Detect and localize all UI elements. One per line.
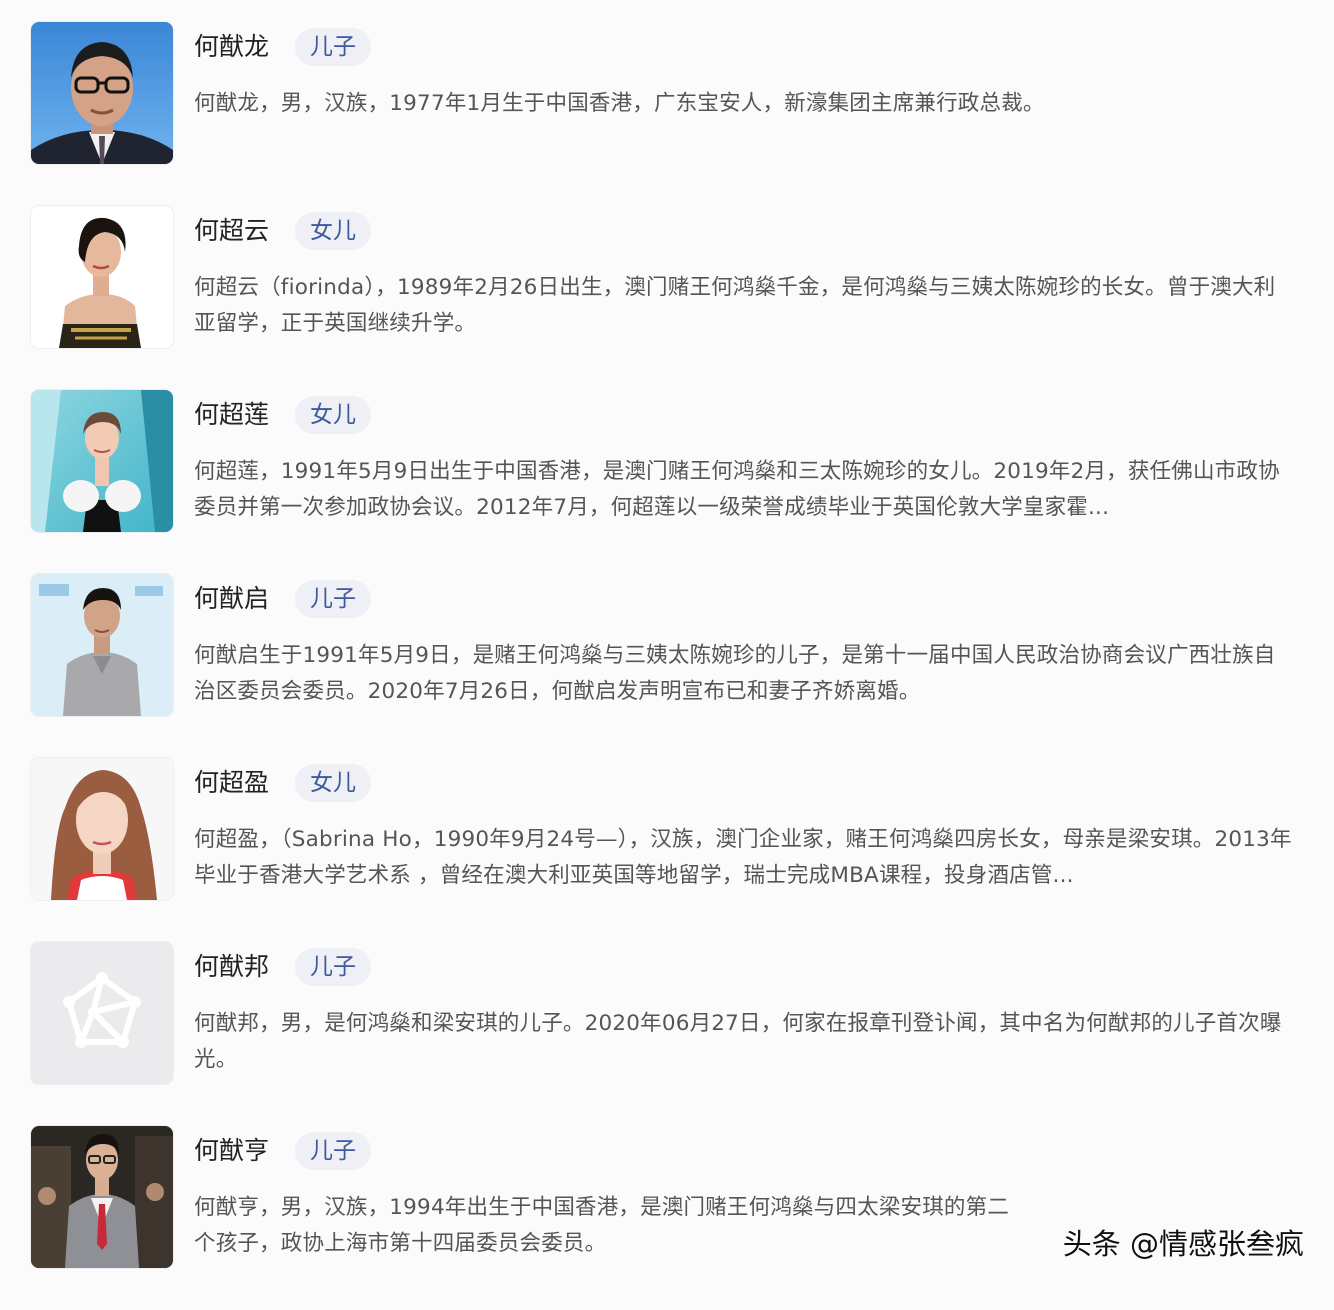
relation-tag: 女儿 xyxy=(295,212,371,250)
person-description: 何超云（fiorinda），1989年2月26日出生，澳门赌王何鸿燊千金，是何鸿… xyxy=(194,275,1276,336)
list-item[interactable]: 何猷龙 儿子 何猷龙，男，汉族，1977年1月生于中国香港，广东宝安人，新濠集团… xyxy=(0,22,1334,206)
person-description: 何猷邦，男，是何鸿燊和梁安琪的儿子。2020年06月27日，何家在报章刊登讣闻，… xyxy=(194,1011,1282,1072)
relation-tag: 女儿 xyxy=(295,396,371,434)
person-description: 何猷启生于1991年5月9日，是赌王何鸿燊与三姨太陈婉珍的儿子，是第十一届中国人… xyxy=(194,643,1276,704)
person-name[interactable]: 何猷亨 xyxy=(194,1134,269,1168)
relation-tag: 儿子 xyxy=(295,1132,371,1170)
list-item[interactable]: 何猷邦 儿子 何猷邦，男，是何鸿燊和梁安琪的儿子。2020年06月27日，何家在… xyxy=(0,942,1334,1126)
person-name[interactable]: 何超盈 xyxy=(194,766,269,800)
relation-tag: 女儿 xyxy=(295,764,371,802)
relation-tag: 儿子 xyxy=(295,28,371,66)
list-item[interactable]: 何猷启 儿子 何猷启生于1991年5月9日，是赌王何鸿燊与三姨太陈婉珍的儿子，是… xyxy=(0,574,1334,758)
avatar[interactable] xyxy=(31,574,173,716)
list-item[interactable]: 何猷亨 儿子 何猷亨，男，汉族，1994年出生于中国香港，是澳门赌王何鸿燊与四太… xyxy=(0,1126,1334,1310)
portrait-photo xyxy=(31,574,173,716)
pentagon-placeholder-icon xyxy=(31,942,173,1084)
relation-tag: 儿子 xyxy=(295,580,371,618)
person-name[interactable]: 何超云 xyxy=(194,214,269,248)
portrait-photo xyxy=(31,22,173,164)
relation-tag: 儿子 xyxy=(295,948,371,986)
person-description: 何猷亨，男，汉族，1994年出生于中国香港，是澳门赌王何鸿燊与四太梁安琪的第二个… xyxy=(194,1195,1010,1256)
person-description: 何猷龙，男，汉族，1977年1月生于中国香港，广东宝安人，新濠集团主席兼行政总裁… xyxy=(194,91,1045,116)
list-item[interactable]: 何超盈 女儿 何超盈，（Sabrina Ho，1990年9月24号—），汉族，澳… xyxy=(0,758,1334,942)
portrait-photo xyxy=(31,390,173,532)
list-item[interactable]: 何超莲 女儿 何超莲，1991年5月9日出生于中国香港，是澳门赌王何鸿燊和三太陈… xyxy=(0,390,1334,574)
person-name[interactable]: 何猷启 xyxy=(194,582,269,616)
avatar[interactable] xyxy=(31,758,173,900)
avatar-placeholder[interactable] xyxy=(31,942,173,1084)
avatar[interactable] xyxy=(31,206,173,348)
person-description: 何超莲，1991年5月9日出生于中国香港，是澳门赌王何鸿燊和三太陈婉珍的女儿。2… xyxy=(194,459,1280,520)
person-description: 何超盈，（Sabrina Ho，1990年9月24号—），汉族，澳门企业家，赌王… xyxy=(194,827,1292,888)
list-item[interactable]: 何超云 女儿 何超云（fiorinda），1989年2月26日出生，澳门赌王何鸿… xyxy=(0,206,1334,390)
portrait-photo xyxy=(31,758,173,900)
portrait-photo xyxy=(31,206,173,348)
avatar[interactable] xyxy=(31,22,173,164)
avatar[interactable] xyxy=(31,1126,173,1268)
watermark: 头条 @情感张叁疯 xyxy=(1062,1227,1304,1261)
person-name[interactable]: 何猷邦 xyxy=(194,950,269,984)
portrait-photo xyxy=(31,1126,173,1268)
person-name[interactable]: 何超莲 xyxy=(194,398,269,432)
avatar[interactable] xyxy=(31,390,173,532)
person-name[interactable]: 何猷龙 xyxy=(194,30,269,64)
